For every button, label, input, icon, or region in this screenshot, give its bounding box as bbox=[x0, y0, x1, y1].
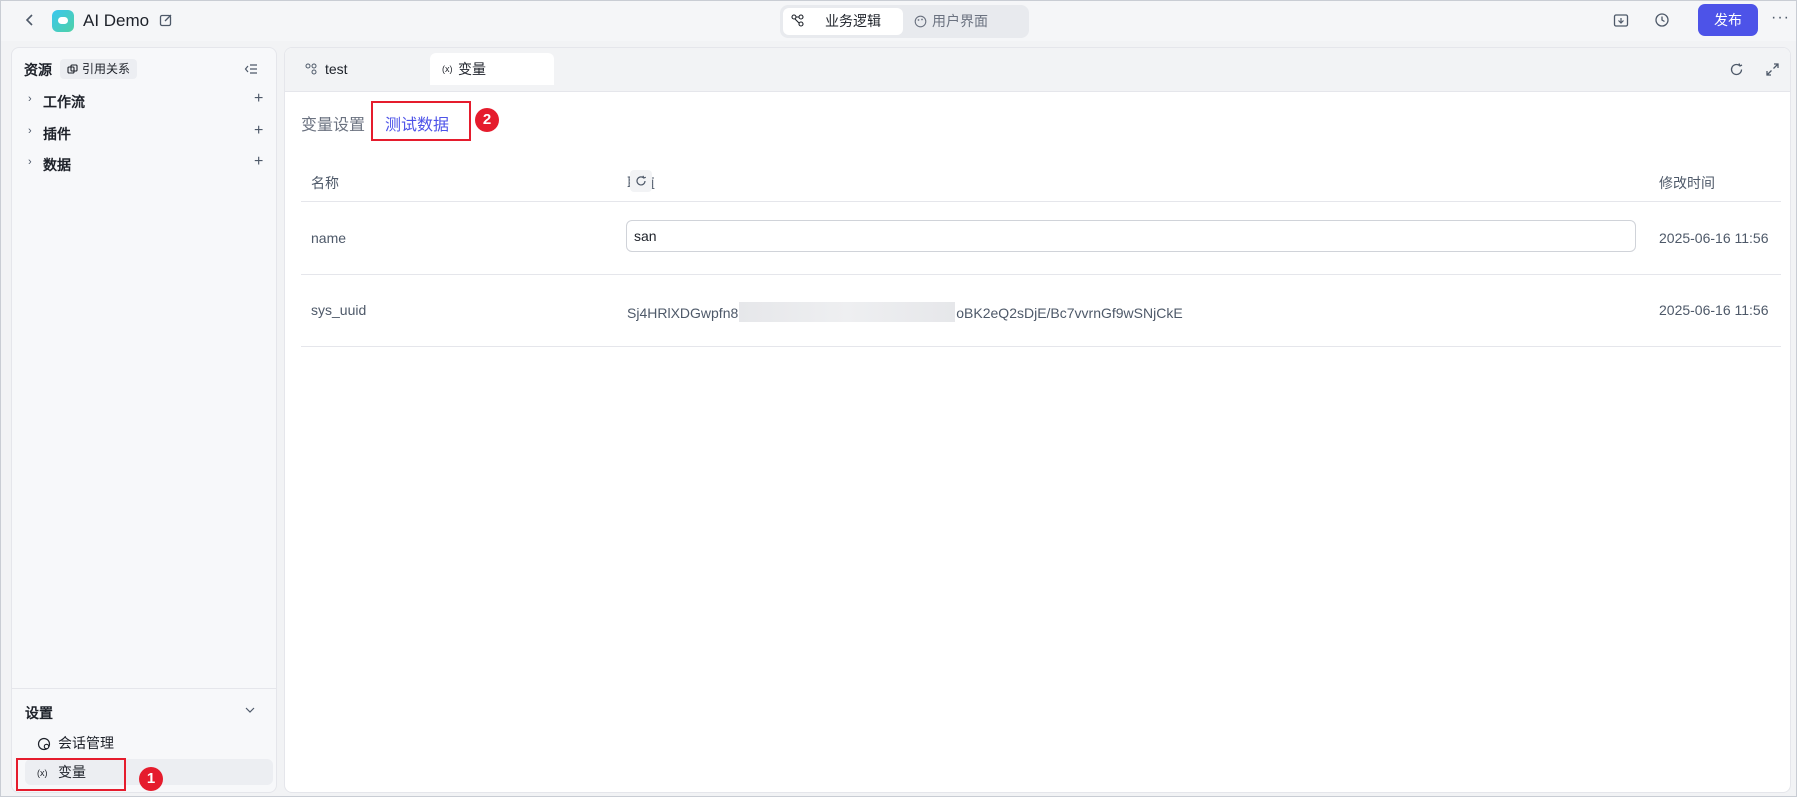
sidebar-item-label: 会话管理 bbox=[58, 735, 114, 751]
link-icon bbox=[67, 64, 78, 74]
editor-tab-bar: test (x) 变量 bbox=[285, 48, 1790, 92]
tab-user-interface-label: 用户界面 bbox=[932, 13, 988, 29]
tab-variable-label: 变量 bbox=[458, 61, 486, 77]
sidebar-item-data[interactable]: › 数据 + bbox=[28, 153, 268, 174]
settings-title[interactable]: 设置 bbox=[25, 703, 53, 723]
add-icon[interactable]: + bbox=[254, 90, 263, 108]
history-icon[interactable] bbox=[1654, 12, 1670, 28]
sidebar-title: 资源 bbox=[24, 62, 52, 78]
reference-relation-label: 引用关系 bbox=[82, 62, 131, 76]
uuid-end: oBK2eQ2sDjE/Bc7vvrnGf9wSNjCkE bbox=[956, 305, 1183, 321]
conversation-icon bbox=[37, 737, 51, 751]
sidebar-item-label: 插件 bbox=[43, 126, 71, 142]
more-icon[interactable]: ··· bbox=[1771, 9, 1790, 27]
variable-icon: (x) bbox=[442, 64, 453, 74]
view-switcher: 业务逻辑 用户界面 bbox=[780, 5, 1029, 38]
annotation-box-2 bbox=[371, 101, 471, 141]
uuid-start: Sj4HRlXDGwpfn8 bbox=[627, 305, 739, 321]
refresh-icon[interactable] bbox=[1729, 62, 1744, 77]
annotation-badge-1: 1 bbox=[139, 767, 163, 791]
archive-icon[interactable] bbox=[1613, 12, 1629, 28]
main-panel: test (x) 变量 变量设置 测试数据 名称 取值 修改时间 name sa… bbox=[284, 47, 1791, 793]
palette-icon bbox=[914, 15, 927, 28]
refresh-icon bbox=[636, 175, 646, 186]
variable-value-input[interactable]: san bbox=[626, 220, 1636, 252]
annotation-badge-2: 2 bbox=[475, 108, 499, 132]
back-icon[interactable] bbox=[23, 11, 37, 29]
workflow-icon bbox=[791, 14, 804, 27]
chevron-right-icon[interactable]: › bbox=[28, 156, 32, 168]
chevron-right-icon[interactable]: › bbox=[28, 125, 32, 137]
tab-test-label: test bbox=[325, 61, 348, 77]
resource-sidebar: 资源 引用关系 › 工作流 + › 插件 + › 数据 + 设置 会话管理 (x… bbox=[11, 47, 277, 793]
chevron-right-icon[interactable]: › bbox=[28, 93, 32, 105]
reference-relation-button[interactable]: 引用关系 bbox=[60, 59, 138, 79]
add-icon[interactable]: + bbox=[254, 153, 263, 171]
collapse-sidebar-icon[interactable] bbox=[244, 63, 258, 75]
edit-icon[interactable] bbox=[159, 13, 173, 27]
column-header-modified-time: 修改时间 bbox=[1659, 175, 1715, 191]
redaction-blur bbox=[739, 302, 956, 322]
variable-name: name bbox=[311, 230, 347, 246]
refresh-values-button[interactable] bbox=[630, 170, 652, 192]
tab-variable[interactable]: (x) 变量 bbox=[430, 53, 554, 85]
tab-variable-settings[interactable]: 变量设置 bbox=[301, 111, 365, 135]
app-title: AI Demo bbox=[83, 11, 150, 30]
tab-user-interface[interactable]: 用户界面 bbox=[906, 8, 1026, 35]
tab-business-logic-label: 业务逻辑 bbox=[825, 13, 881, 29]
workflow-icon bbox=[305, 63, 317, 75]
add-icon[interactable]: + bbox=[254, 122, 263, 140]
table-row: sys_uuid Sj4HRlXDGwpfn8 oBK2eQ2sDjE/Bc7vv… bbox=[301, 275, 1781, 347]
sidebar-item-label: 数据 bbox=[43, 157, 71, 173]
fullscreen-icon[interactable] bbox=[1765, 62, 1780, 77]
app-logo bbox=[52, 10, 74, 32]
variable-value: Sj4HRlXDGwpfn8 oBK2eQ2sDjE/Bc7vvrnGf9wSNj… bbox=[627, 302, 1183, 322]
sidebar-divider bbox=[12, 688, 276, 689]
modified-time: 2025-06-16 11:56 bbox=[1659, 230, 1769, 246]
sidebar-item-plugin[interactable]: › 插件 + bbox=[28, 122, 268, 143]
tab-test[interactable]: test bbox=[285, 53, 413, 85]
column-header-name: 名称 bbox=[311, 175, 339, 191]
annotation-box-1 bbox=[16, 758, 126, 791]
sidebar-item-conversation[interactable]: 会话管理 bbox=[25, 730, 273, 756]
table-row: name san 2025-06-16 11:56 bbox=[301, 203, 1781, 275]
tab-business-logic[interactable]: 业务逻辑 bbox=[783, 8, 903, 35]
sidebar-item-workflow[interactable]: › 工作流 + bbox=[28, 90, 268, 111]
top-bar: AI Demo 业务逻辑 用户界面 发布 ··· bbox=[1, 1, 1796, 41]
variable-name: sys_uuid bbox=[311, 302, 367, 318]
publish-button[interactable]: 发布 bbox=[1698, 4, 1758, 36]
modified-time: 2025-06-16 11:56 bbox=[1659, 302, 1769, 318]
chevron-down-icon[interactable] bbox=[244, 705, 256, 715]
sidebar-item-label: 工作流 bbox=[43, 94, 85, 110]
table-header: 名称 取值 修改时间 bbox=[301, 166, 1781, 202]
